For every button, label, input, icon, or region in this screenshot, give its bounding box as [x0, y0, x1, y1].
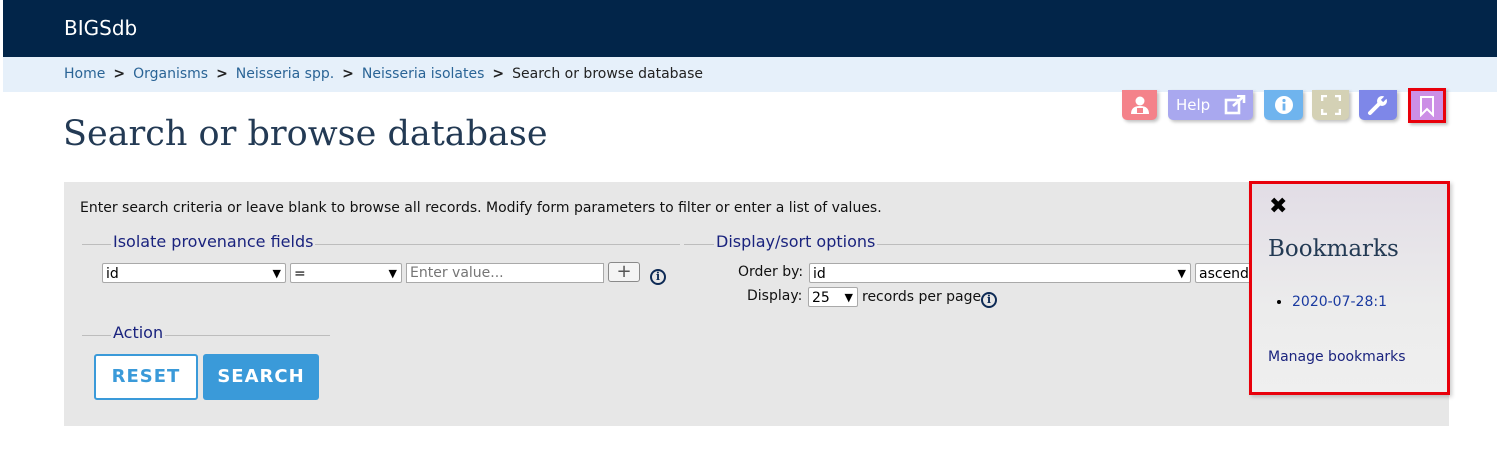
help-label: Help: [1176, 96, 1211, 114]
breadcrumb-home[interactable]: Home: [64, 66, 105, 82]
breadcrumb-separator: >: [113, 66, 126, 82]
user-admin-button[interactable]: [1122, 90, 1157, 120]
chevron-down-icon: ▼: [388, 267, 397, 280]
info-button[interactable]: [1264, 90, 1303, 120]
display-info-icon[interactable]: i: [981, 292, 997, 308]
records-per-page-label: records per page: [862, 289, 982, 305]
user-admin-icon: [1130, 96, 1149, 114]
help-button[interactable]: Help: [1168, 90, 1253, 120]
page-title: Search or browse database: [63, 114, 548, 154]
breadcrumb-current: Search or browse database: [512, 66, 704, 82]
fullscreen-button[interactable]: [1312, 90, 1349, 120]
provenance-info-icon[interactable]: i: [650, 269, 666, 285]
bookmarks-panel: ✖ Bookmarks 2020-07-28:1 Manage bookmark…: [1249, 181, 1450, 395]
wrench-icon: [1368, 94, 1389, 115]
display-legend: Display/sort options: [714, 232, 878, 251]
sort-direction-select[interactable]: ascend: [1195, 263, 1255, 283]
records-per-page-select[interactable]: 25 ▼: [808, 287, 858, 307]
list-item: 2020-07-28:1: [1292, 294, 1387, 310]
top-header: BIGSdb: [3, 0, 1497, 57]
chevron-down-icon: ▼: [844, 291, 853, 304]
bookmarks-title: Bookmarks: [1268, 236, 1399, 262]
order-by-label: Order by:: [738, 264, 804, 280]
search-form-panel: Enter search criteria or leave blank to …: [64, 182, 1449, 426]
add-field-button[interactable]: +: [608, 262, 640, 282]
breadcrumb-separator: >: [342, 66, 354, 82]
display-label: Display:: [747, 288, 803, 304]
breadcrumb-neisseria-spp[interactable]: Neisseria spp.: [236, 66, 334, 82]
breadcrumb-separator: >: [216, 66, 228, 82]
info-icon: [1274, 96, 1293, 114]
provenance-field-value: id: [106, 266, 119, 282]
manage-bookmarks-link[interactable]: Manage bookmarks: [1268, 349, 1406, 365]
provenance-value-input[interactable]: [406, 263, 604, 283]
fullscreen-icon: [1320, 95, 1341, 115]
sort-direction-value: ascend: [1199, 266, 1249, 282]
provenance-field-select[interactable]: id ▼: [102, 263, 286, 283]
app-brand[interactable]: BIGSdb: [64, 16, 137, 40]
operator-value: =: [294, 266, 306, 282]
search-button[interactable]: SEARCH: [203, 354, 319, 400]
form-instructions: Enter search criteria or leave blank to …: [80, 200, 882, 216]
breadcrumb-organisms[interactable]: Organisms: [133, 66, 208, 82]
breadcrumb-separator: >: [492, 66, 505, 82]
chevron-down-icon: ▼: [272, 267, 281, 280]
bookmark-button[interactable]: [1408, 88, 1446, 123]
close-icon[interactable]: ✖: [1269, 194, 1287, 219]
provenance-legend: Isolate provenance fields: [111, 232, 316, 251]
bookmark-link[interactable]: 2020-07-28:1: [1292, 294, 1387, 310]
bookmarks-list: 2020-07-28:1: [1268, 294, 1387, 310]
bookmark-icon: [1420, 95, 1434, 117]
order-by-value: id: [813, 266, 826, 282]
records-per-page-value: 25: [812, 290, 830, 306]
action-legend: Action: [111, 323, 166, 342]
breadcrumb-neisseria-isolates[interactable]: Neisseria isolates: [362, 66, 484, 82]
settings-button[interactable]: [1359, 90, 1397, 120]
external-link-icon: [1224, 95, 1246, 115]
order-by-select[interactable]: id ▼: [809, 263, 1191, 283]
operator-select[interactable]: = ▼: [290, 263, 402, 283]
chevron-down-icon: ▼: [1177, 267, 1186, 280]
reset-button[interactable]: RESET: [94, 354, 198, 400]
breadcrumb: Home > Organisms > Neisseria spp. > Neisseria …: [3, 57, 1497, 92]
